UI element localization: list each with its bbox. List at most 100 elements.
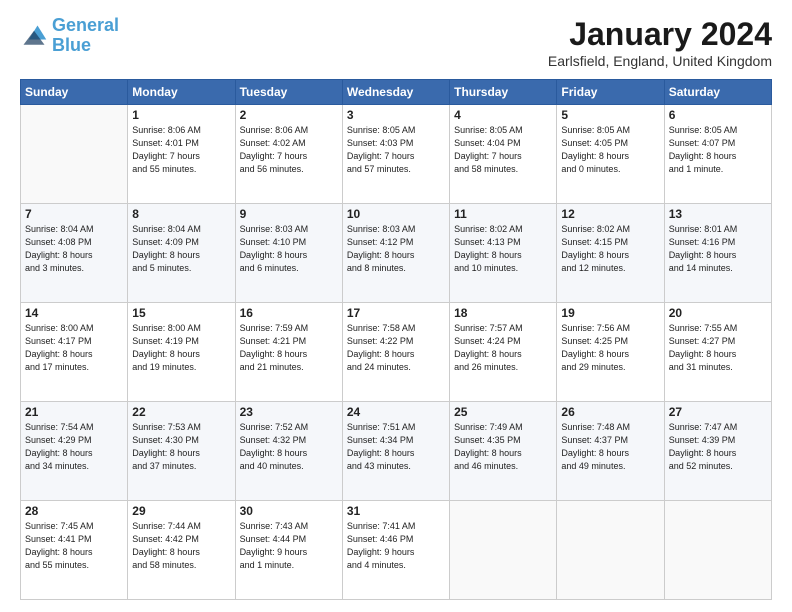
calendar-cell: 28 Sunrise: 7:45 AMSunset: 4:41 PMDayligh…	[21, 501, 128, 600]
day-number: 6	[669, 108, 767, 122]
title-block: January 2024 Earlsfield, England, United…	[548, 16, 772, 69]
col-header-thursday: Thursday	[450, 80, 557, 105]
day-info: Sunrise: 8:02 AMSunset: 4:15 PMDaylight:…	[561, 223, 659, 275]
calendar-table: SundayMondayTuesdayWednesdayThursdayFrid…	[20, 79, 772, 600]
day-number: 27	[669, 405, 767, 419]
day-number: 30	[240, 504, 338, 518]
calendar-week-3: 21 Sunrise: 7:54 AMSunset: 4:29 PMDayligh…	[21, 402, 772, 501]
calendar-week-2: 14 Sunrise: 8:00 AMSunset: 4:17 PMDayligh…	[21, 303, 772, 402]
calendar-cell: 23 Sunrise: 7:52 AMSunset: 4:32 PMDayligh…	[235, 402, 342, 501]
calendar-week-0: 1 Sunrise: 8:06 AMSunset: 4:01 PMDaylight…	[21, 105, 772, 204]
logo-icon	[20, 22, 48, 50]
day-info: Sunrise: 7:47 AMSunset: 4:39 PMDaylight:…	[669, 421, 767, 473]
day-info: Sunrise: 7:43 AMSunset: 4:44 PMDaylight:…	[240, 520, 338, 572]
day-info: Sunrise: 7:52 AMSunset: 4:32 PMDaylight:…	[240, 421, 338, 473]
day-info: Sunrise: 7:58 AMSunset: 4:22 PMDaylight:…	[347, 322, 445, 374]
day-info: Sunrise: 7:45 AMSunset: 4:41 PMDaylight:…	[25, 520, 123, 572]
col-header-tuesday: Tuesday	[235, 80, 342, 105]
day-info: Sunrise: 7:49 AMSunset: 4:35 PMDaylight:…	[454, 421, 552, 473]
col-header-saturday: Saturday	[664, 80, 771, 105]
day-info: Sunrise: 7:56 AMSunset: 4:25 PMDaylight:…	[561, 322, 659, 374]
calendar-cell: 12 Sunrise: 8:02 AMSunset: 4:15 PMDayligh…	[557, 204, 664, 303]
calendar-cell: 4Sunrise: 8:05 AMSunset: 4:04 PMDaylight…	[450, 105, 557, 204]
calendar-cell: 1 Sunrise: 8:06 AMSunset: 4:01 PMDaylight…	[128, 105, 235, 204]
logo-text: General Blue	[52, 16, 119, 56]
calendar-cell	[450, 501, 557, 600]
day-number: 21	[25, 405, 123, 419]
calendar-cell: 24 Sunrise: 7:51 AMSunset: 4:34 PMDayligh…	[342, 402, 449, 501]
day-number: 13	[669, 207, 767, 221]
col-header-wednesday: Wednesday	[342, 80, 449, 105]
day-number: 14	[25, 306, 123, 320]
calendar-cell: 29Sunrise: 7:44 AMSunset: 4:42 PMDayligh…	[128, 501, 235, 600]
day-number: 29	[132, 504, 230, 518]
day-number: 5	[561, 108, 659, 122]
calendar-cell: 21 Sunrise: 7:54 AMSunset: 4:29 PMDayligh…	[21, 402, 128, 501]
day-number: 24	[347, 405, 445, 419]
calendar-cell: 20 Sunrise: 7:55 AMSunset: 4:27 PMDayligh…	[664, 303, 771, 402]
day-info: Sunrise: 8:06 AMSunset: 4:01 PMDaylight:…	[132, 124, 230, 176]
day-number: 19	[561, 306, 659, 320]
day-info: Sunrise: 8:04 AMSunset: 4:09 PMDaylight:…	[132, 223, 230, 275]
calendar-cell: 16 Sunrise: 7:59 AMSunset: 4:21 PMDayligh…	[235, 303, 342, 402]
day-info: Sunrise: 8:03 AMSunset: 4:12 PMDaylight:…	[347, 223, 445, 275]
day-info: Sunrise: 7:59 AMSunset: 4:21 PMDaylight:…	[240, 322, 338, 374]
day-number: 3	[347, 108, 445, 122]
day-number: 2	[240, 108, 338, 122]
day-info: Sunrise: 8:05 AMSunset: 4:05 PMDaylight:…	[561, 124, 659, 176]
logo-general: General	[52, 15, 119, 35]
calendar-cell: 15Sunrise: 8:00 AMSunset: 4:19 PMDayligh…	[128, 303, 235, 402]
calendar-cell: 3Sunrise: 8:05 AMSunset: 4:03 PMDaylight…	[342, 105, 449, 204]
day-info: Sunrise: 8:01 AMSunset: 4:16 PMDaylight:…	[669, 223, 767, 275]
day-info: Sunrise: 8:05 AMSunset: 4:04 PMDaylight:…	[454, 124, 552, 176]
day-info: Sunrise: 8:02 AMSunset: 4:13 PMDaylight:…	[454, 223, 552, 275]
day-number: 1	[132, 108, 230, 122]
col-header-friday: Friday	[557, 80, 664, 105]
day-number: 23	[240, 405, 338, 419]
day-info: Sunrise: 8:00 AMSunset: 4:17 PMDaylight:…	[25, 322, 123, 374]
day-number: 11	[454, 207, 552, 221]
calendar-cell: 14 Sunrise: 8:00 AMSunset: 4:17 PMDayligh…	[21, 303, 128, 402]
day-info: Sunrise: 7:51 AMSunset: 4:34 PMDaylight:…	[347, 421, 445, 473]
calendar-cell: 2Sunrise: 8:06 AMSunset: 4:02 AMDaylight…	[235, 105, 342, 204]
calendar-cell: 7 Sunrise: 8:04 AMSunset: 4:08 PMDaylight…	[21, 204, 128, 303]
day-number: 26	[561, 405, 659, 419]
calendar-cell: 31 Sunrise: 7:41 AMSunset: 4:46 PMDayligh…	[342, 501, 449, 600]
day-info: Sunrise: 8:03 AMSunset: 4:10 PMDaylight:…	[240, 223, 338, 275]
day-info: Sunrise: 7:48 AMSunset: 4:37 PMDaylight:…	[561, 421, 659, 473]
day-number: 25	[454, 405, 552, 419]
calendar-cell: 25 Sunrise: 7:49 AMSunset: 4:35 PMDayligh…	[450, 402, 557, 501]
col-header-sunday: Sunday	[21, 80, 128, 105]
calendar-cell: 5 Sunrise: 8:05 AMSunset: 4:05 PMDaylight…	[557, 105, 664, 204]
day-info: Sunrise: 7:55 AMSunset: 4:27 PMDaylight:…	[669, 322, 767, 374]
location: Earlsfield, England, United Kingdom	[548, 53, 772, 69]
calendar-cell	[21, 105, 128, 204]
calendar-cell	[557, 501, 664, 600]
calendar-cell: 11 Sunrise: 8:02 AMSunset: 4:13 PMDayligh…	[450, 204, 557, 303]
page: General Blue January 2024 Earlsfield, En…	[0, 0, 792, 612]
day-info: Sunrise: 7:41 AMSunset: 4:46 PMDaylight:…	[347, 520, 445, 572]
header: General Blue January 2024 Earlsfield, En…	[20, 16, 772, 69]
calendar-cell: 6 Sunrise: 8:05 AMSunset: 4:07 PMDaylight…	[664, 105, 771, 204]
day-info: Sunrise: 7:54 AMSunset: 4:29 PMDaylight:…	[25, 421, 123, 473]
calendar-cell: 22Sunrise: 7:53 AMSunset: 4:30 PMDayligh…	[128, 402, 235, 501]
day-info: Sunrise: 8:05 AMSunset: 4:07 PMDaylight:…	[669, 124, 767, 176]
calendar-cell: 13 Sunrise: 8:01 AMSunset: 4:16 PMDayligh…	[664, 204, 771, 303]
calendar-cell: 17Sunrise: 7:58 AMSunset: 4:22 PMDayligh…	[342, 303, 449, 402]
day-info: Sunrise: 8:04 AMSunset: 4:08 PMDaylight:…	[25, 223, 123, 275]
day-number: 16	[240, 306, 338, 320]
day-info: Sunrise: 7:57 AMSunset: 4:24 PMDaylight:…	[454, 322, 552, 374]
calendar-week-4: 28 Sunrise: 7:45 AMSunset: 4:41 PMDayligh…	[21, 501, 772, 600]
calendar-cell: 26 Sunrise: 7:48 AMSunset: 4:37 PMDayligh…	[557, 402, 664, 501]
calendar-cell: 30 Sunrise: 7:43 AMSunset: 4:44 PMDayligh…	[235, 501, 342, 600]
day-number: 20	[669, 306, 767, 320]
day-number: 12	[561, 207, 659, 221]
day-number: 31	[347, 504, 445, 518]
day-number: 18	[454, 306, 552, 320]
day-number: 28	[25, 504, 123, 518]
logo: General Blue	[20, 16, 119, 56]
calendar-cell: 8Sunrise: 8:04 AMSunset: 4:09 PMDaylight…	[128, 204, 235, 303]
day-number: 7	[25, 207, 123, 221]
day-number: 22	[132, 405, 230, 419]
calendar-cell: 9Sunrise: 8:03 AMSunset: 4:10 PMDaylight…	[235, 204, 342, 303]
